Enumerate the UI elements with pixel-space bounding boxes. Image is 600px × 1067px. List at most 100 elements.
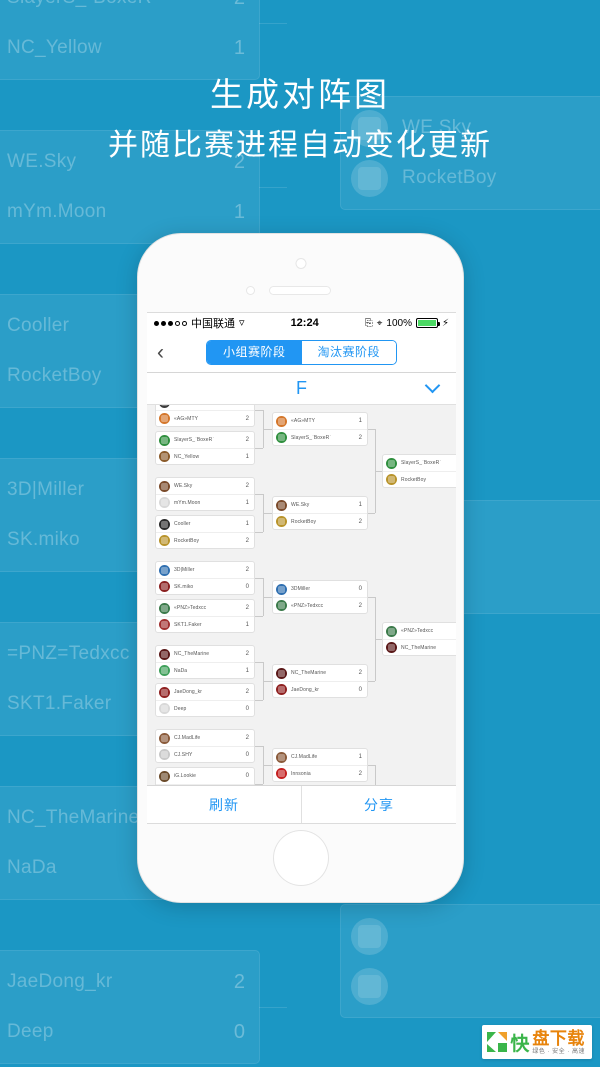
avatar [159,619,170,630]
connector-line [368,597,375,598]
tournament-bracket[interactable]: JaeDongJA0«AG»MTY2SlayerS_`BoxeR`2NC_Yel… [147,405,456,823]
bracket-match-r2[interactable]: «AG»MTY 1 SlayerS_`BoxeR` 2 [272,412,368,446]
bracket-player-row: SK.miko 0 [156,578,254,594]
kuai-logo-icon [486,1031,508,1053]
promo-headline: 生成对阵图 并随比赛进程自动变化更新 [0,72,600,170]
bracket-match-r2[interactable]: 3DMiller 0 «PNZ»Tedxcc 2 [272,580,368,614]
bracket-player-row: SKT1.Faker 1 [156,616,254,632]
player-name: WE.Sky [174,483,193,489]
bracket-match-r3[interactable]: «PNZ»Tedxcc NC_TheMarine [382,622,456,656]
background-match-card: SlayerS_`BoxeR`2 NC_Yellow 1 [0,0,287,80]
bracket-match-r1[interactable]: JaeDong_kr 2 Deep 0 [155,683,255,717]
tab-group-stage[interactable]: 小组赛阶段 [206,341,302,364]
back-chevron-icon[interactable]: ‹ [157,342,179,363]
front-camera-icon [295,258,306,269]
rotation-lock-icon: ⎘ [364,317,373,329]
phone-top-bezel [138,234,463,312]
avatar [159,564,170,576]
chevron-down-icon[interactable] [424,377,441,394]
bracket-player-row: Deep 0 [156,700,254,716]
avatar [159,451,170,462]
watermark-kuai-label: 快 [510,1033,530,1055]
player-name: RocketBoy [291,518,317,525]
bracket-player-row: «PNZ»Tedxcc [383,623,456,639]
bracket-player-row: RocketBoy 2 [273,513,367,529]
player-name: mYm.Moon [7,201,107,222]
avatar [159,770,170,782]
bracket-match-r1[interactable]: 3D|Miller 2 SK.miko 0 [155,561,255,595]
avatar [159,749,170,760]
tab-knockout-stage[interactable]: 淘汰赛阶段 [301,341,397,364]
connector-line [255,532,263,533]
connector-line [263,513,272,514]
bracket-player-row: «PNZ»Tedxcc 2 [273,597,367,613]
bracket-player-row: «AG»MTY 1 [273,413,367,429]
carrier-label: 中国联通 [191,318,235,330]
player-name: NC_Yellow [174,453,200,460]
player-name: Deep [7,1021,54,1042]
bracket-player-row: WE.Sky 1 [273,497,367,513]
player-name: CJ.SHY [174,751,193,758]
player-score: 2 [358,770,362,777]
bracket-match-r1[interactable]: SlayerS_`BoxeR` 2 NC_Yellow 1 [155,431,255,465]
bracket-player-row: iG.Lookie 0 [156,768,254,784]
stage-segmented-control[interactable]: 小组赛阶段 淘汰赛阶段 [205,340,398,365]
refresh-button[interactable]: 刷新 [147,786,301,823]
avatar [386,642,397,653]
player-name: «PNZ»Tedxcc [174,605,207,611]
bracket-player-row: 3D|Miller 2 [156,562,254,578]
bracket-match-r1[interactable]: WE.Sky 2 mYm.Moon 1 [155,477,255,511]
home-button[interactable] [272,830,329,886]
player-name: JaeDong_kr [7,971,113,992]
player-name: RocketBoy [174,537,200,544]
bracket-match-r2[interactable]: NC_TheMarine 2 JaeDong_kr 0 [272,664,368,698]
connector-line [255,746,263,747]
player-name: WE.Sky [291,502,310,508]
group-selector[interactable]: F [147,373,456,405]
bracket-match-r1[interactable]: Cooller 1 RocketBoy 2 [155,515,255,549]
bracket-match-r3[interactable]: SlayerS_`BoxeR` RocketBoy [382,454,456,488]
background-match-card: 12 [340,904,600,1018]
player-name: JaeDong_kr [174,689,202,695]
avatar [159,703,170,714]
bracket-player-row: NC_TheMarine 2 [156,646,254,662]
background-player-row: 2 [351,961,600,1011]
bracket-player-row: SlayerS_`BoxeR` [383,455,456,471]
player-name: NaDa [174,667,188,674]
connector-line [259,187,287,188]
player-score: 1 [233,200,245,223]
connector-line [368,513,375,514]
bracket-player-row: «PNZ»Tedxcc 2 [156,600,254,616]
bracket-match-r1[interactable]: JaeDongJA0«AG»MTY2 [155,405,255,427]
background-player-row: SlayerS_`BoxeR`2 [0,0,245,23]
connector-line [255,448,263,449]
bracket-match-r1[interactable]: NC_TheMarine 2 NaDa 1 [155,645,255,679]
player-score: 2 [245,567,249,573]
status-bar-right: ⎘ ⌖ 100% ⚡ [365,318,449,329]
bracket-match-r2[interactable]: WE.Sky 1 RocketBoy 2 [272,496,368,530]
bracket-player-row: Innsonia 2 [273,765,367,781]
connector-line [263,681,272,682]
connector-line [375,639,382,640]
bracket-player-row: NC_TheMarine [383,639,456,655]
avatar [386,457,397,469]
bracket-match-r1[interactable]: CJ.MadLife 2 CJ.SHY 0 [155,729,255,763]
watermark-text: 盘下载 绿色 · 安全 · 高速 [532,1030,585,1055]
clock-label: 12:24 [290,317,319,329]
connector-line [259,23,287,24]
bracket-player-row: RocketBoy [383,471,456,487]
battery-percent-label: 100% [386,317,412,329]
bracket-match-r1[interactable]: «PNZ»Tedxcc 2 SKT1.Faker 1 [155,599,255,633]
bracket-match-r2[interactable]: CJ.MadLife 1 Innsonia 2 [272,748,368,782]
player-name: «AG»MTY [174,415,199,422]
connector-line [255,494,263,495]
share-button[interactable]: 分享 [301,786,456,823]
player-score: 1 [358,418,362,424]
status-bar: 中国联通 ▿ 12:24 ⎘ ⌖ 100% ⚡ [147,313,456,333]
background-player-row: NC_Yellow 1 [0,23,245,73]
avatar [276,751,287,763]
avatar [276,600,287,611]
proximity-sensor-icon [246,286,255,295]
connector-line [255,616,263,617]
avatar [159,535,170,546]
